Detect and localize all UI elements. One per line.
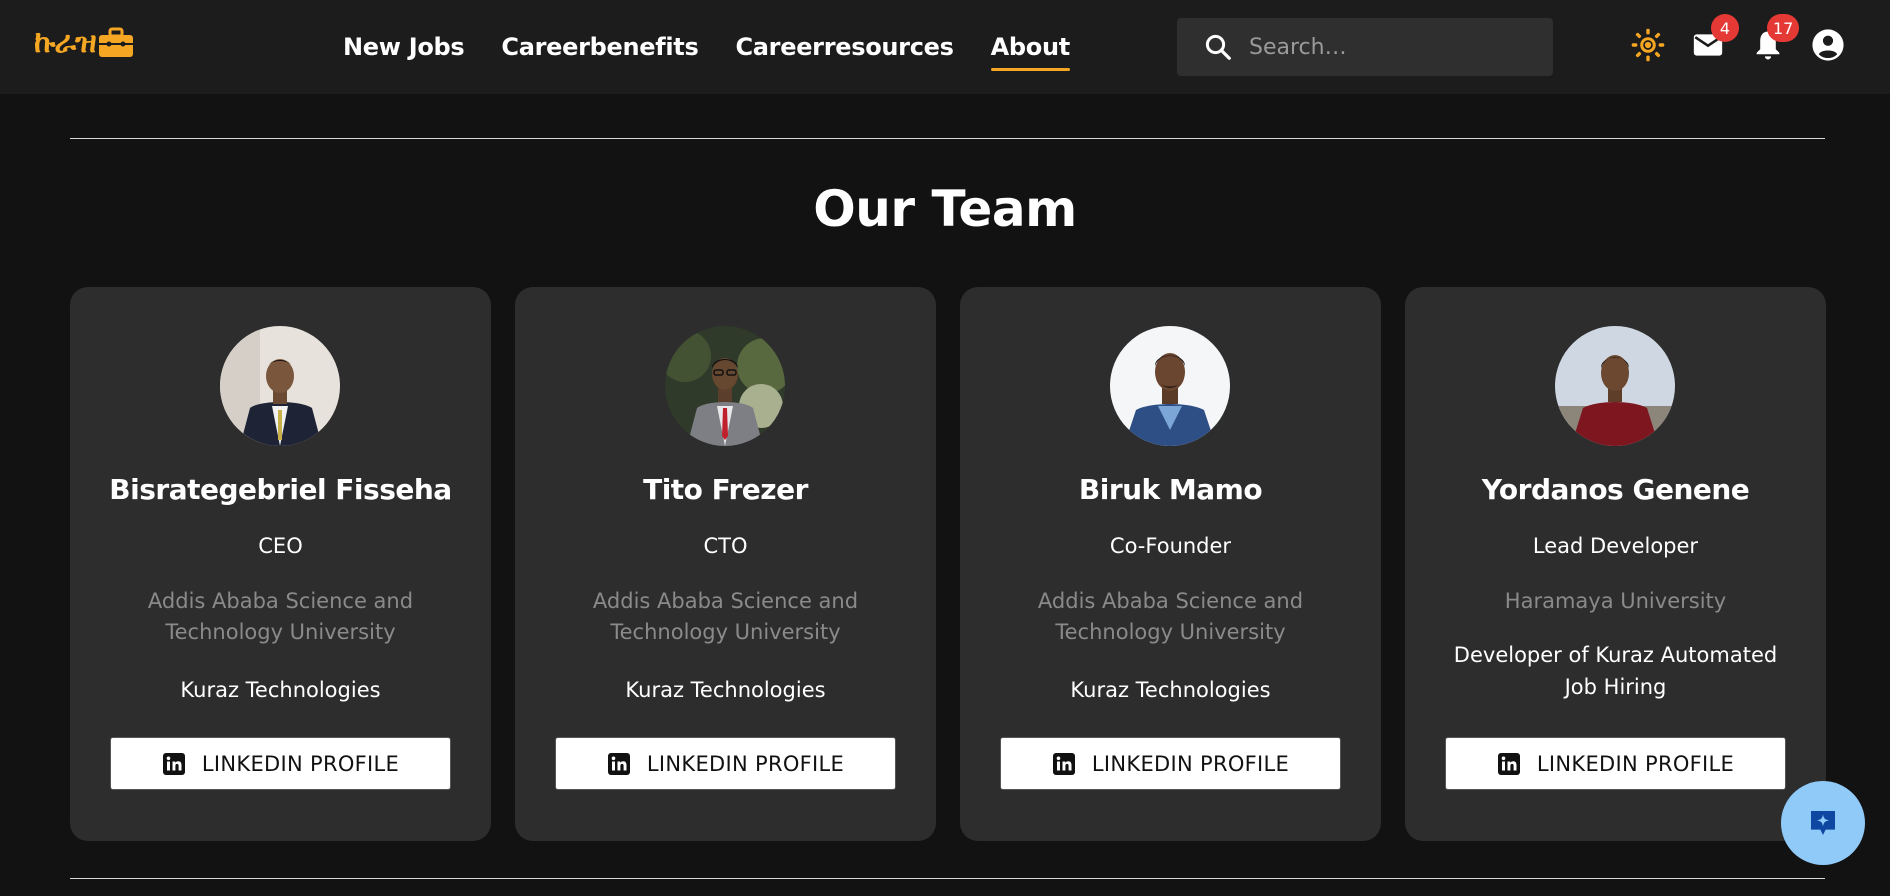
notifications-button[interactable]: 17 (1751, 14, 1800, 62)
member-organization: Kuraz Technologies (1070, 678, 1271, 702)
linkedin-icon (162, 752, 185, 775)
team-card: Bisrategebriel Fisseha CEO Addis Ababa S… (70, 287, 491, 841)
member-school: Haramaya University (1504, 589, 1727, 613)
member-organization: Developer of Kuraz Automated Job Hiring (1453, 643, 1778, 699)
avatar (1555, 326, 1675, 446)
logo-text: ኩራዝ (34, 25, 97, 60)
section-divider-top (70, 138, 1825, 139)
search-box[interactable] (1177, 18, 1553, 76)
team-card: Biruk Mamo Co-Founder Addis Ababa Scienc… (960, 287, 1381, 841)
linkedin-icon (607, 752, 630, 775)
search-icon (1205, 34, 1231, 60)
member-name: Biruk Mamo (1078, 473, 1263, 506)
team-cards: Bisrategebriel Fisseha CEO Addis Ababa S… (70, 287, 1826, 841)
sparkle-chat-icon (1811, 811, 1835, 835)
briefcase-icon (98, 27, 133, 57)
linkedin-button-label: LINKEDIN PROFILE (1091, 751, 1290, 776)
linkedin-button-label: LINKEDIN PROFILE (1536, 751, 1735, 776)
nav-link-about[interactable]: About (990, 33, 1071, 71)
member-photo-1 (220, 326, 340, 446)
main-nav: New Jobs Careerbenefits Careerresources … (343, 0, 1107, 94)
member-school: Addis Ababa Science and Technology Unive… (147, 589, 414, 644)
member-photo-3 (1110, 326, 1230, 446)
linkedin-profile-button[interactable]: LINKEDIN PROFILE (1445, 737, 1786, 790)
linkedin-icon (1052, 752, 1075, 775)
member-role: Lead Developer (1532, 534, 1699, 558)
avatar (220, 326, 340, 446)
member-organization: Kuraz Technologies (180, 678, 381, 702)
nav-link-careerresources[interactable]: Careerresources (735, 33, 953, 61)
member-role: Co-Founder (1109, 534, 1232, 558)
linkedin-icon (1497, 752, 1520, 775)
assistant-chat-button[interactable] (1781, 781, 1865, 865)
member-organization: Kuraz Technologies (625, 678, 826, 702)
linkedin-button-label: LINKEDIN PROFILE (646, 751, 845, 776)
kuraz-logo[interactable]: ኩራዝ (34, 18, 150, 68)
nav-link-new-jobs[interactable]: New Jobs (343, 33, 465, 61)
member-name: Tito Frezer (643, 473, 808, 506)
search-input[interactable] (1249, 34, 1539, 60)
linkedin-profile-button[interactable]: LINKEDIN PROFILE (110, 737, 451, 790)
member-school: Addis Ababa Science and Technology Unive… (592, 589, 859, 644)
member-name: Bisrategebriel Fisseha (109, 473, 452, 506)
avatar (665, 326, 785, 446)
member-photo-2 (665, 326, 785, 446)
messages-button[interactable]: 4 (1691, 14, 1739, 62)
section-divider-bottom (70, 878, 1825, 879)
member-role: CEO (258, 534, 303, 558)
linkedin-profile-button[interactable]: LINKEDIN PROFILE (1000, 737, 1341, 790)
member-school: Addis Ababa Science and Technology Unive… (1037, 589, 1304, 644)
team-card: Tito Frezer CTO Addis Ababa Science and … (515, 287, 936, 841)
notifications-badge: 17 (1767, 14, 1800, 42)
top-navbar: ኩራዝ New Jobs Careerbenefits Careerresour… (0, 0, 1890, 94)
section-title: Our Team (813, 180, 1077, 238)
member-photo-4 (1555, 326, 1675, 446)
linkedin-profile-button[interactable]: LINKEDIN PROFILE (555, 737, 896, 790)
team-card: Yordanos Genene Lead Developer Haramaya … (1405, 287, 1826, 841)
linkedin-button-label: LINKEDIN PROFILE (201, 751, 400, 776)
member-role: CTO (703, 534, 748, 558)
account-icon[interactable] (1811, 28, 1845, 62)
theme-toggle-icon[interactable] (1631, 28, 1665, 62)
avatar (1110, 326, 1230, 446)
nav-link-careerbenefits[interactable]: Careerbenefits (501, 33, 698, 61)
member-name: Yordanos Genene (1481, 473, 1750, 506)
messages-badge: 4 (1711, 14, 1739, 42)
